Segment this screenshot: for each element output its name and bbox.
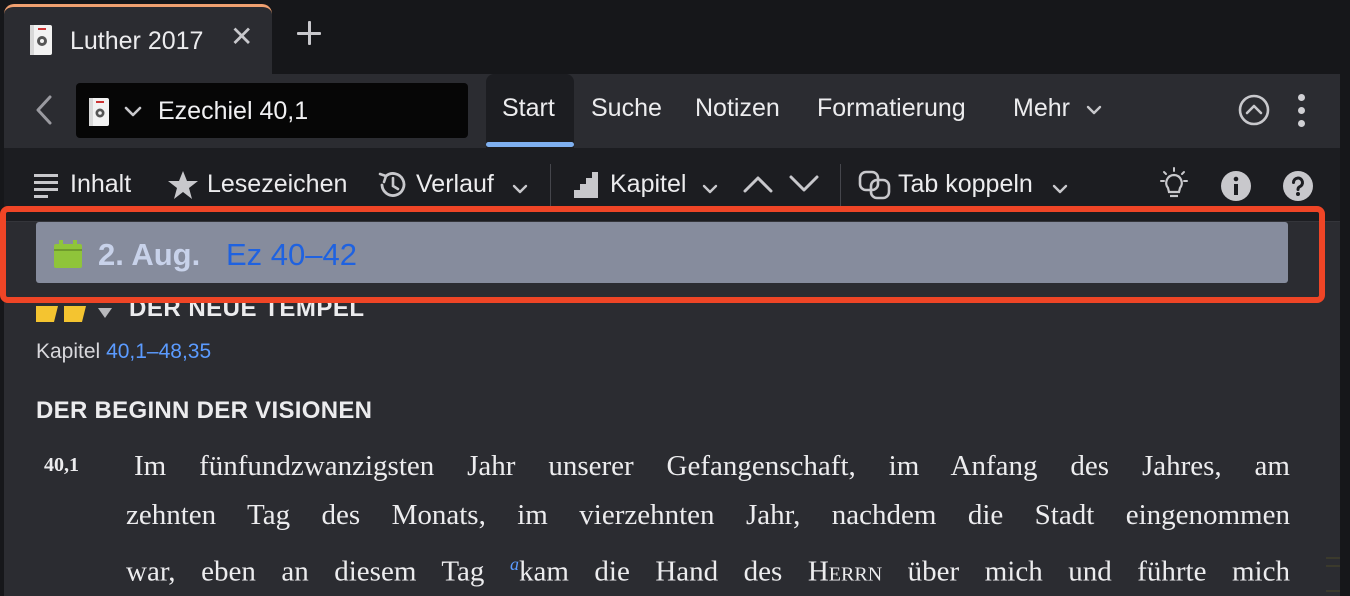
back-icon[interactable] (34, 94, 54, 131)
info-icon[interactable] (1220, 170, 1252, 207)
scroll-marker (1326, 590, 1340, 592)
chevron-down-icon[interactable] (124, 105, 142, 123)
verse-line: zehnten Tag des Monats, im vierzehnten J… (126, 499, 1290, 531)
verlauf-button[interactable]: Verlauf (416, 170, 494, 199)
section-marker-icon[interactable] (36, 300, 126, 327)
reference-input[interactable]: Ezechiel 40,1 (158, 97, 308, 126)
verse-line-part: über mich und führte mich (882, 555, 1290, 588)
verse-text: Im fünfundzwanzigsten Jahr unserer Gefan… (126, 442, 1290, 589)
separator (840, 164, 841, 206)
tab-koppeln-button[interactable]: Tab koppeln (898, 170, 1033, 199)
chevron-down-icon[interactable] (788, 174, 820, 199)
chapter-range: Kapitel 40,1–48,35 (36, 340, 211, 364)
reader-panel: Ezechiel 40,1 Start Suche Notizen Format… (4, 74, 1340, 596)
tab-start[interactable]: Start (502, 94, 555, 123)
pericope-title: DER BEGINN DER VISIONEN (36, 397, 373, 424)
book-icon (89, 98, 109, 131)
more-icon[interactable] (1296, 94, 1306, 128)
tab-title: Luther 2017 (70, 27, 204, 55)
collapse-icon[interactable] (1238, 94, 1270, 131)
chevron-down-icon[interactable] (512, 182, 528, 200)
help-icon[interactable] (1282, 170, 1314, 207)
chevron-up-icon[interactable] (742, 174, 774, 199)
verse-number[interactable]: 40,1 (44, 454, 79, 477)
reference-selector[interactable]: Ezechiel 40,1 (76, 83, 468, 138)
history-icon[interactable] (376, 168, 410, 207)
tab-suche[interactable]: Suche (591, 94, 662, 123)
verse-line: Im fünfundzwanzigsten Jahr unserer Gefan… (134, 450, 1290, 482)
chevron-down-icon[interactable] (1052, 182, 1068, 200)
verse-line-part: kam die Hand des (518, 555, 808, 588)
inhalt-button[interactable]: Inhalt (70, 170, 131, 199)
kapitel-button[interactable]: Kapitel (610, 170, 686, 199)
separator (550, 164, 551, 206)
divine-name: Herrn (807, 555, 883, 588)
verse-line-part: war, eben an diesem Tag (126, 555, 510, 588)
document-tab[interactable]: Luther 2017 ✕ (4, 4, 272, 74)
active-tab-indicator (486, 142, 574, 147)
chevron-down-icon[interactable] (1086, 104, 1102, 122)
highlight-frame (0, 206, 1325, 303)
tab-formatierung[interactable]: Formatierung (817, 94, 966, 123)
footnote-marker[interactable]: a (510, 554, 519, 574)
tab-notizen[interactable]: Notizen (695, 94, 780, 123)
chapter-icon[interactable] (574, 172, 598, 203)
plus-icon[interactable] (296, 20, 324, 48)
verse-line: war, eben an diesem Tag akam die Hand de… (126, 540, 1290, 589)
close-icon[interactable]: ✕ (230, 23, 253, 51)
lesezeichen-button[interactable]: Lesezeichen (207, 170, 347, 199)
chevron-down-icon[interactable] (702, 182, 718, 200)
tab-strip: Luther 2017 ✕ (0, 0, 1350, 74)
scroll-marker (1326, 565, 1340, 567)
book-icon (30, 25, 52, 60)
scroll-marker (1326, 557, 1340, 559)
navigation-bar: Ezechiel 40,1 Start Suche Notizen Format… (4, 74, 1340, 148)
lightbulb-icon[interactable] (1156, 166, 1192, 207)
link-icon[interactable] (858, 170, 892, 205)
chapter-range-link[interactable]: 40,1–48,35 (106, 340, 211, 363)
list-icon[interactable] (34, 172, 60, 203)
chapter-range-label: Kapitel (36, 340, 101, 363)
tab-mehr[interactable]: Mehr (1013, 94, 1070, 123)
star-icon[interactable] (167, 170, 199, 205)
